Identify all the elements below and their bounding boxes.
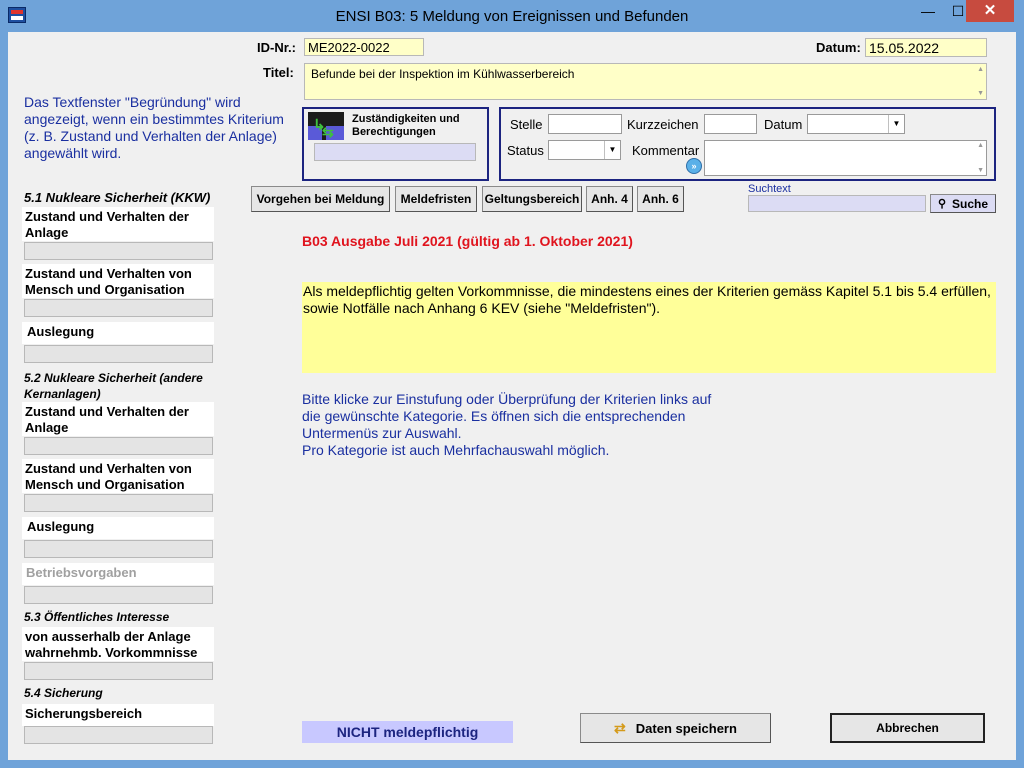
binoculars-icon: ⚲	[937, 198, 947, 210]
date-label: Datum:	[816, 40, 861, 55]
info-text: Das Textfenster "Begründung" wird angeze…	[24, 94, 284, 161]
criterion-security-area[interactable]: Sicherungsbereich	[22, 704, 214, 726]
criterion-field[interactable]	[24, 242, 213, 260]
section-5-4-heading: 5.4 Sicherung	[24, 686, 103, 700]
criterion-field[interactable]	[24, 540, 213, 558]
kommentar-input[interactable]: ▲ ▼	[704, 140, 987, 176]
kurzzeichen-input[interactable]	[704, 114, 757, 134]
instruction-line: Bitte klicke zur Einstufung oder Überprü…	[302, 391, 712, 407]
id-field[interactable]: ME2022-0022	[304, 38, 424, 56]
annex-4-button[interactable]: Anh. 4	[586, 186, 633, 212]
title-value: Befunde bei der Inspektion im Kühlwasser…	[311, 67, 575, 81]
client-area: ID-Nr.: ME2022-0022 Datum: 15.05.2022 Ti…	[8, 32, 1016, 760]
procedure-button[interactable]: Vorgehen bei Meldung	[251, 186, 390, 212]
criterion-design[interactable]: Auslegung	[22, 322, 214, 344]
responsibilities-panel: ↳ ⇆ Zuständigkeiten und Berechtigungen	[302, 107, 489, 181]
criterion-design-other[interactable]: Auslegung	[22, 517, 214, 539]
id-label: ID-Nr.:	[257, 40, 296, 55]
instruction-line: Untermenüs zur Auswahl.	[302, 425, 462, 441]
search-button-label: Suche	[952, 196, 989, 211]
search-button[interactable]: ⚲ Suche	[930, 194, 996, 213]
scroll-down-icon[interactable]: ▼	[977, 90, 984, 97]
datum-label: Datum	[764, 117, 803, 132]
title-label: Titel:	[263, 65, 294, 80]
reportability-status: NICHT meldepflichtig	[302, 721, 513, 743]
stelle-input[interactable]	[548, 114, 622, 134]
save-button-label: Daten speichern	[635, 720, 737, 736]
section-5-1-heading: 5.1 Nukleare Sicherheit (KKW)	[24, 190, 211, 205]
criterion-plant-behavior[interactable]: Zustand und Verhalten der Anlage	[22, 207, 214, 241]
title-bar: ENSI B03: 5 Meldung von Ereignissen und …	[0, 0, 1024, 32]
deadlines-button[interactable]: Meldefristen	[395, 186, 477, 212]
date-field[interactable]: 15.05.2022	[865, 38, 987, 57]
criterion-field	[24, 586, 213, 604]
criterion-operating-rules: Betriebsvorgaben	[22, 563, 214, 585]
scroll-up-icon[interactable]: ▲	[977, 66, 984, 73]
minimize-button[interactable]: —	[912, 0, 944, 22]
criterion-public-interest[interactable]: von ausserhalb der Anlage wahrnehmb. Vor…	[22, 627, 214, 661]
assignment-panel: Stelle Kurzzeichen Datum ▼ Status ▼ Komm…	[499, 107, 996, 181]
annex-6-button[interactable]: Anh. 6	[637, 186, 684, 212]
save-button[interactable]: ⇄ Daten speichern	[580, 713, 771, 743]
section-5-2-heading: 5.2 Nukleare Sicherheit (andere Kernanla…	[24, 371, 203, 401]
criterion-field[interactable]	[24, 299, 213, 317]
criterion-field[interactable]	[24, 345, 213, 363]
status-select[interactable]: ▼	[548, 140, 621, 160]
responsibilities-label: Zuständigkeiten und Berechtigungen	[352, 113, 460, 138]
responsibilities-field[interactable]	[314, 143, 476, 161]
expand-icon[interactable]: »	[686, 158, 702, 174]
stelle-label: Stelle	[510, 117, 543, 132]
chevron-down-icon[interactable]: ▼	[604, 141, 620, 159]
instruction-line: Pro Kategorie ist auch Mehrfachauswahl m…	[302, 442, 610, 458]
scroll-down-icon[interactable]: ▼	[977, 167, 984, 174]
save-icon: ⇄	[614, 719, 626, 736]
search-input[interactable]	[748, 195, 926, 212]
criterion-field[interactable]	[24, 662, 213, 680]
users-icon[interactable]: ↳ ⇆	[308, 112, 344, 140]
notice-box: Als meldepflichtig gelten Vorkommnisse, …	[302, 282, 996, 373]
close-button[interactable]: ✕	[966, 0, 1014, 22]
title-field[interactable]: Befunde bei der Inspektion im Kühlwasser…	[304, 63, 987, 100]
kurzzeichen-label: Kurzzeichen	[627, 117, 699, 132]
criterion-plant-behavior-other[interactable]: Zustand und Verhalten der Anlage	[22, 402, 214, 436]
cancel-button[interactable]: Abbrechen	[830, 713, 985, 743]
criterion-human-org[interactable]: Zustand und Verhalten von Mensch und Org…	[22, 264, 214, 298]
instruction-line: die gewünschte Kategorie. Es öffnen sich…	[302, 408, 686, 424]
criterion-human-org-other[interactable]: Zustand und Verhalten von Mensch und Org…	[22, 459, 214, 493]
criterion-field[interactable]	[24, 726, 213, 744]
instructions: Bitte klicke zur Einstufung oder Überprü…	[302, 391, 902, 459]
status-label: Status	[507, 143, 544, 158]
scope-button[interactable]: Geltungsbereich	[482, 186, 582, 212]
section-5-3-heading: 5.3 Öffentliches Interesse	[24, 610, 170, 624]
criterion-field[interactable]	[24, 494, 213, 512]
search-label: Suchtext	[748, 183, 791, 195]
criterion-field[interactable]	[24, 437, 213, 455]
chevron-down-icon[interactable]: ▼	[888, 115, 904, 133]
datum-select[interactable]: ▼	[807, 114, 905, 134]
kommentar-label: Kommentar	[632, 143, 700, 158]
scroll-up-icon[interactable]: ▲	[977, 142, 984, 149]
window-title: ENSI B03: 5 Meldung von Ereignissen und …	[335, 8, 689, 25]
edition-heading: B03 Ausgabe Juli 2021 (gültig ab 1. Okto…	[302, 233, 633, 249]
